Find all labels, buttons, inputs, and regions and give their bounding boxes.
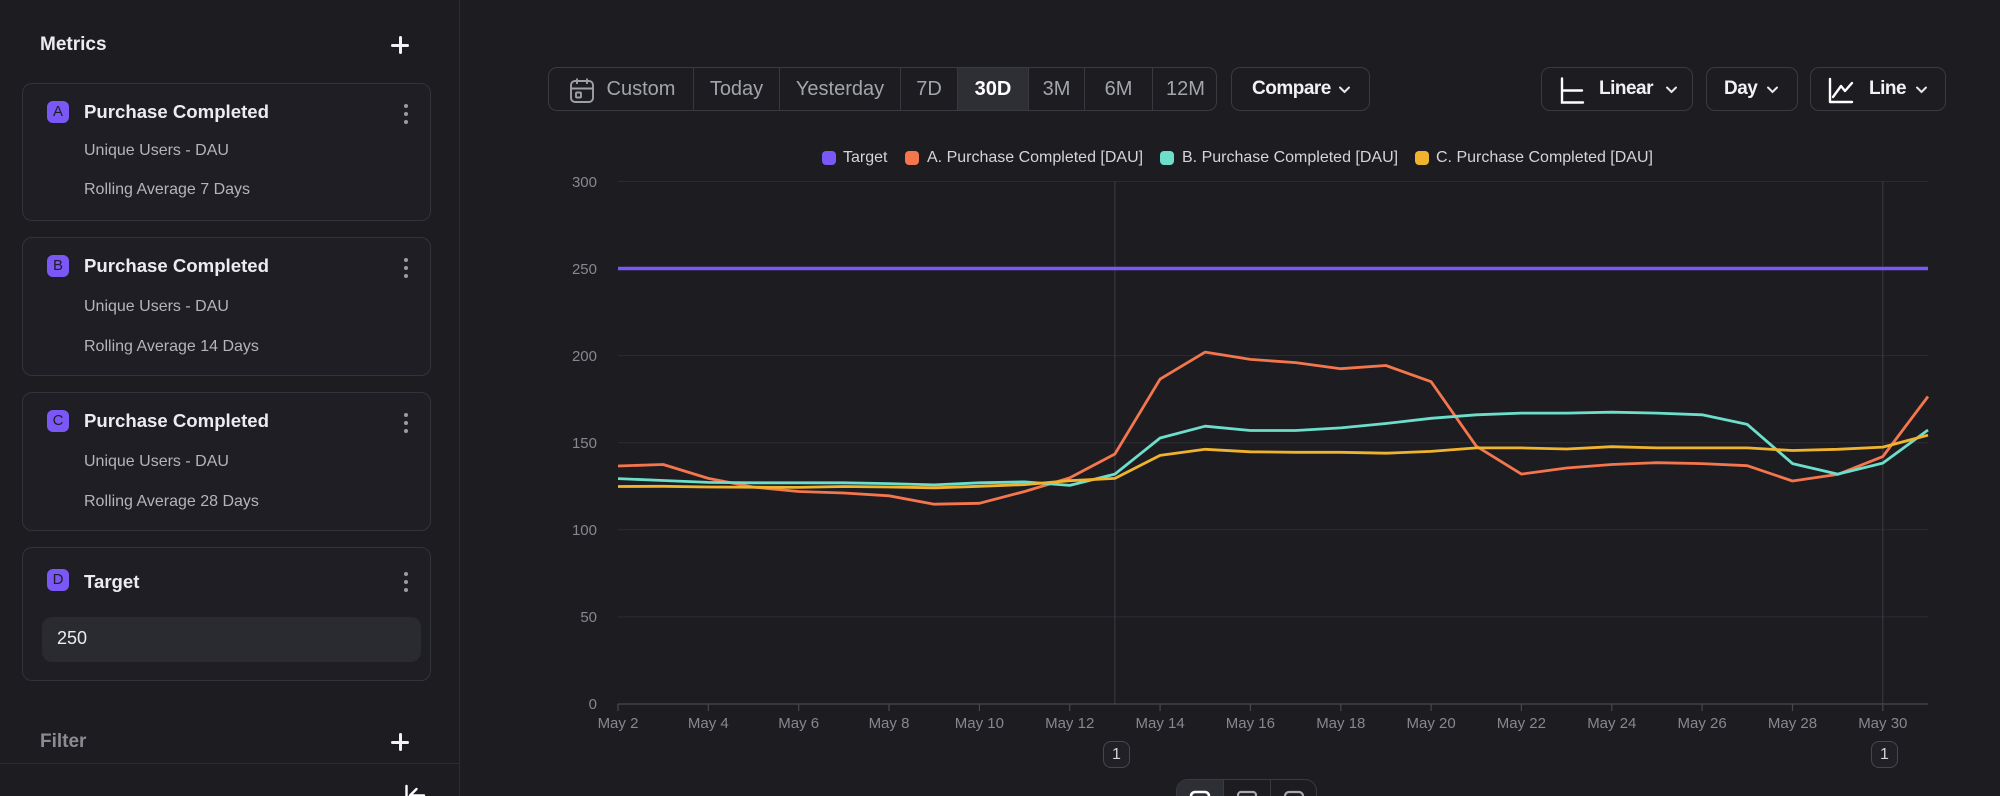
svg-text:May 30: May 30 (1858, 715, 1907, 732)
svg-text:May 2: May 2 (598, 715, 639, 732)
svg-text:May 10: May 10 (955, 715, 1004, 732)
svg-text:May 16: May 16 (1226, 715, 1275, 732)
svg-text:May 6: May 6 (778, 715, 819, 732)
svg-text:May 26: May 26 (1677, 715, 1726, 732)
svg-text:May 12: May 12 (1045, 715, 1094, 732)
svg-text:May 18: May 18 (1316, 715, 1365, 732)
svg-text:May 22: May 22 (1497, 715, 1546, 732)
svg-text:200: 200 (572, 348, 597, 365)
svg-text:100: 100 (572, 522, 597, 539)
svg-text:50: 50 (580, 609, 597, 626)
svg-text:250: 250 (572, 261, 597, 278)
svg-text:May 24: May 24 (1587, 715, 1636, 732)
svg-text:0: 0 (589, 696, 597, 713)
svg-text:May 4: May 4 (688, 715, 729, 732)
svg-text:May 8: May 8 (869, 715, 910, 732)
svg-text:150: 150 (572, 435, 597, 452)
svg-text:May 20: May 20 (1406, 715, 1455, 732)
svg-text:300: 300 (572, 174, 597, 191)
svg-text:May 14: May 14 (1135, 715, 1184, 732)
svg-text:May 28: May 28 (1768, 715, 1817, 732)
